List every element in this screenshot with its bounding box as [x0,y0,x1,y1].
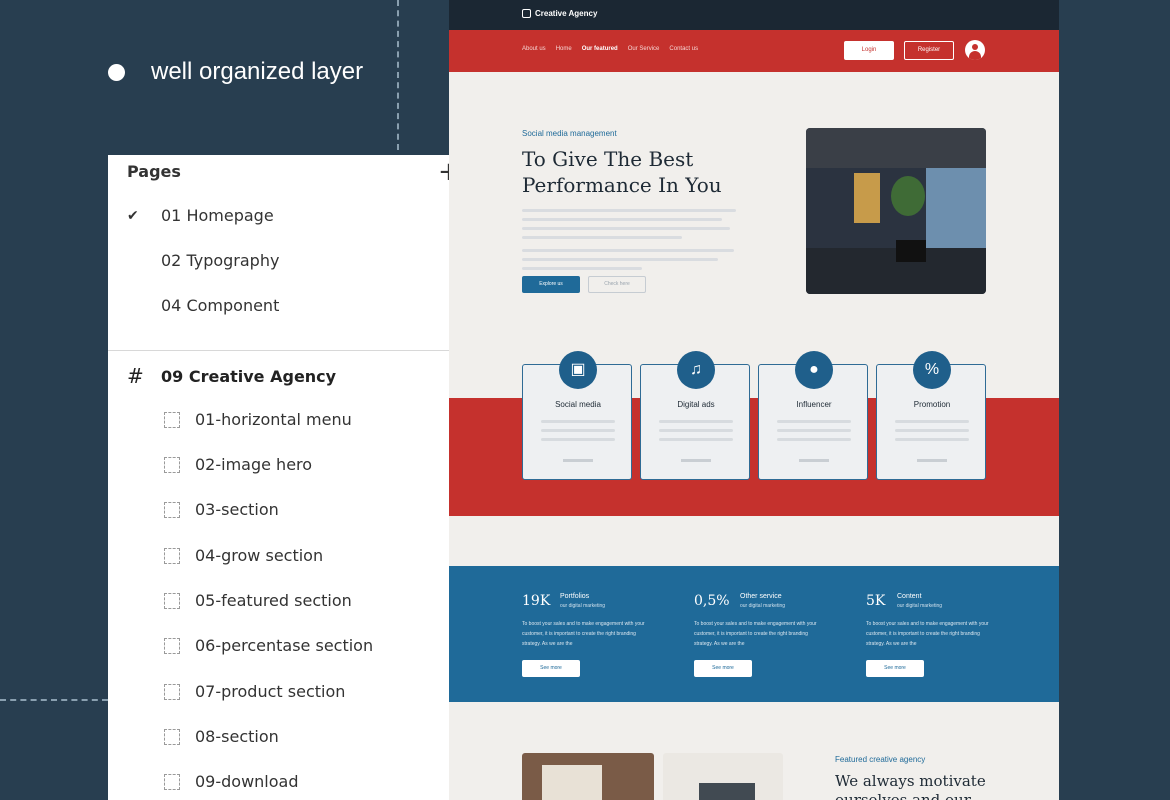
nav-link-about[interactable]: About us [522,46,546,52]
site-top-bar: Creative Agency [449,0,1059,30]
stat-label: Content [897,593,922,600]
headphones-icon: ♫ [677,351,715,389]
layer-label: 04-grow section [195,546,324,565]
user-icon: ● [795,351,833,389]
dashed-frame-icon [164,592,180,609]
stat-number: 19K [522,593,551,609]
hero-eyebrow: Social media management [522,129,617,138]
see-more-link[interactable] [917,459,947,462]
stat-number: 5K [866,593,886,609]
dashed-frame-icon [164,456,180,473]
layer-item[interactable]: 09-download [164,772,299,791]
nav-links: About us Home Our featured Our Service C… [522,46,698,52]
dashed-frame-icon [164,411,180,428]
dashed-guide-vertical [397,0,399,150]
featured-title: We always motivate ourselves and our [835,772,986,800]
register-button[interactable]: Register [904,41,954,60]
see-more-button[interactable]: See more [694,660,752,677]
page-item-typography[interactable]: 02 Typography [161,251,279,270]
nav-link-featured[interactable]: Our featured [582,46,618,52]
check-button[interactable]: Check here [588,276,646,293]
stat-label: Portfolios [560,593,590,600]
stat-sub: our digital marketing [560,603,606,609]
service-card[interactable]: ● Influencer [758,351,868,480]
service-card[interactable]: ▣ Social media [522,351,632,480]
service-title: Social media [555,400,601,409]
nav-link-home[interactable]: Home [556,46,572,52]
see-more-link[interactable] [563,459,593,462]
stat-text: To boost your sales and to make engageme… [694,621,817,647]
panel-divider [108,350,478,351]
percent-icon: % [913,351,951,389]
dashed-frame-icon [164,683,180,700]
frame-name: 09 Creative Agency [161,366,337,386]
stat-text: To boost your sales and to make engageme… [522,621,645,647]
hero-paragraph-placeholder [522,209,736,276]
user-avatar-icon[interactable] [965,40,985,60]
feature-caption: well organized layer [108,58,363,86]
see-more-link[interactable] [681,459,711,462]
checkmark-icon: ✔ [127,208,139,224]
see-more-button[interactable]: See more [866,660,924,677]
service-title: Digital ads [677,400,715,409]
square-icon: ▣ [559,351,597,389]
pages-header: Pages [127,162,181,181]
featured-image-interior [522,753,654,800]
caption-text: well organized layer [151,58,364,85]
dashed-frame-icon [164,547,180,564]
stat-sub: our digital marketing [897,603,943,609]
featured-eyebrow: Featured creative agency [835,755,926,764]
layer-item[interactable]: 01-horizontal menu [164,410,352,429]
service-card[interactable]: % Promotion [876,351,986,480]
stat-label: Other service [740,593,782,600]
layer-label: 09-download [195,772,299,791]
site-logo[interactable]: Creative Agency [522,9,597,18]
layer-item[interactable]: 04-grow section [164,546,323,565]
website-preview: Creative Agency About us Home Our featur… [449,0,1059,800]
see-more-button[interactable]: See more [522,660,580,677]
layer-label: 02-image hero [195,455,313,474]
layer-item[interactable]: 06-percentase section [164,636,373,655]
nav-link-contact[interactable]: Contact us [669,46,698,52]
service-card[interactable]: ♫ Digital ads [640,351,750,480]
stat-number: 0,5% [694,593,730,609]
layer-label: 01-horizontal menu [195,410,352,429]
dashed-frame-icon [164,728,180,745]
frame-hash-icon: # [127,364,144,388]
dashed-frame-icon [164,637,180,654]
featured-image-room [663,753,783,800]
layer-label: 07-product section [195,682,346,701]
site-navbar: About us Home Our featured Our Service C… [449,30,1059,72]
layers-panel: Pages + ✔ 01 Homepage 02 Typography 04 C… [108,155,478,800]
layer-label: 03-section [195,500,279,519]
page-item-homepage[interactable]: 01 Homepage [161,206,274,225]
frame-row[interactable]: # 09 Creative Agency [127,364,336,388]
nav-link-service[interactable]: Our Service [628,46,660,52]
layer-item[interactable]: 07-product section [164,682,345,701]
layer-label: 08-section [195,727,279,746]
stat-sub: our digital marketing [740,603,786,609]
hero-title: To Give The Best Performance In You [522,147,722,197]
explore-button[interactable]: Explore us [522,276,580,293]
service-title: Influencer [796,400,832,409]
layer-item[interactable]: 02-image hero [164,455,312,474]
stat-text: To boost your sales and to make engageme… [866,621,989,647]
dashed-guide-horizontal [0,699,108,701]
layer-label: 05-featured section [195,591,352,610]
service-title: Promotion [913,400,951,409]
layer-item[interactable]: 05-featured section [164,591,352,610]
dashed-frame-icon [164,501,180,518]
building-icon [522,9,531,18]
dashed-frame-icon [164,773,180,790]
layer-item[interactable]: 03-section [164,500,279,519]
page-item-component[interactable]: 04 Component [161,296,279,315]
see-more-link[interactable] [799,459,829,462]
bullet-dot-icon [108,63,125,81]
login-button[interactable]: Login [844,41,894,60]
brand-name: Creative Agency [535,9,598,18]
hero-office-image [806,128,986,294]
layer-label: 06-percentase section [195,636,374,655]
layer-item[interactable]: 08-section [164,727,279,746]
